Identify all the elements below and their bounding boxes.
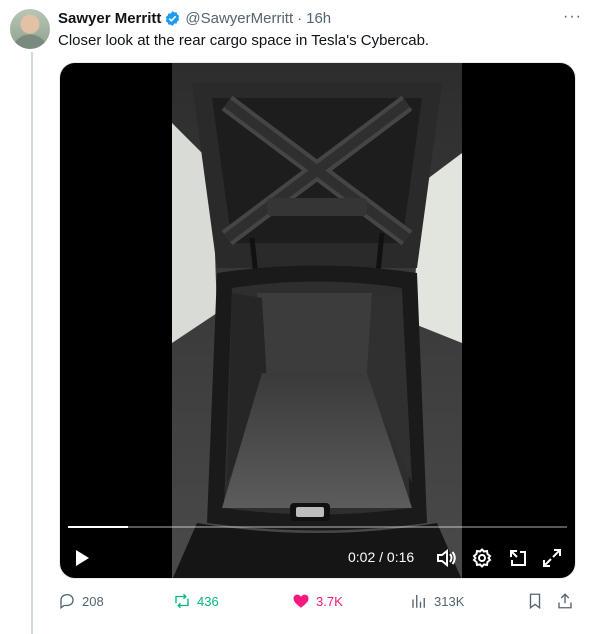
separator-dot: ·: [297, 9, 303, 27]
tweet-text: Closer look at the rear cargo space in T…: [58, 32, 430, 49]
author-name[interactable]: Sawyer Merritt: [58, 10, 161, 27]
more-options-icon[interactable]: ···: [563, 8, 582, 26]
video-time-readout: 0:02 / 0:16: [348, 549, 415, 565]
views-count: 313K: [434, 593, 465, 609]
cargo-space-image: [172, 63, 462, 578]
repost-button[interactable]: 436: [173, 592, 219, 610]
reply-icon: [60, 593, 74, 610]
share-icon: [558, 593, 572, 609]
avatar[interactable]: [10, 9, 50, 49]
fullscreen-icon[interactable]: [540, 543, 564, 573]
repost-count: 436: [197, 593, 219, 609]
play-icon[interactable]: [70, 543, 94, 573]
volume-icon[interactable]: [435, 543, 459, 573]
tweet-header: Sawyer Merritt @SawyerMerritt · 16h: [58, 8, 580, 28]
thread-line: [31, 52, 33, 634]
reply-count: 208: [82, 593, 104, 609]
bookmark-icon: [529, 593, 541, 610]
bookmark-button[interactable]: [526, 592, 544, 610]
timestamp[interactable]: 16h: [306, 10, 331, 27]
verified-badge-icon: [166, 10, 180, 26]
video-progress-fill: [68, 526, 128, 528]
share-button[interactable]: [556, 592, 574, 610]
repost-icon: [175, 593, 189, 609]
settings-icon[interactable]: [470, 543, 494, 573]
heart-icon: [293, 594, 309, 608]
video-frame: [172, 63, 462, 578]
like-button[interactable]: 3.7K: [292, 592, 343, 610]
like-count: 3.7K: [316, 593, 343, 609]
picture-in-picture-icon[interactable]: [506, 543, 530, 573]
video-progress-bar[interactable]: [68, 526, 567, 528]
video-player[interactable]: 0:02 / 0:16: [59, 62, 576, 579]
views-button[interactable]: 313K: [410, 592, 464, 610]
reply-button[interactable]: 208: [58, 592, 104, 610]
video-controls: 0:02 / 0:16: [60, 543, 575, 573]
author-handle[interactable]: @SawyerMerritt: [185, 10, 293, 27]
views-chart-icon: [412, 595, 425, 608]
tweet-actions: 208 436 3.7K 313K: [58, 592, 580, 614]
